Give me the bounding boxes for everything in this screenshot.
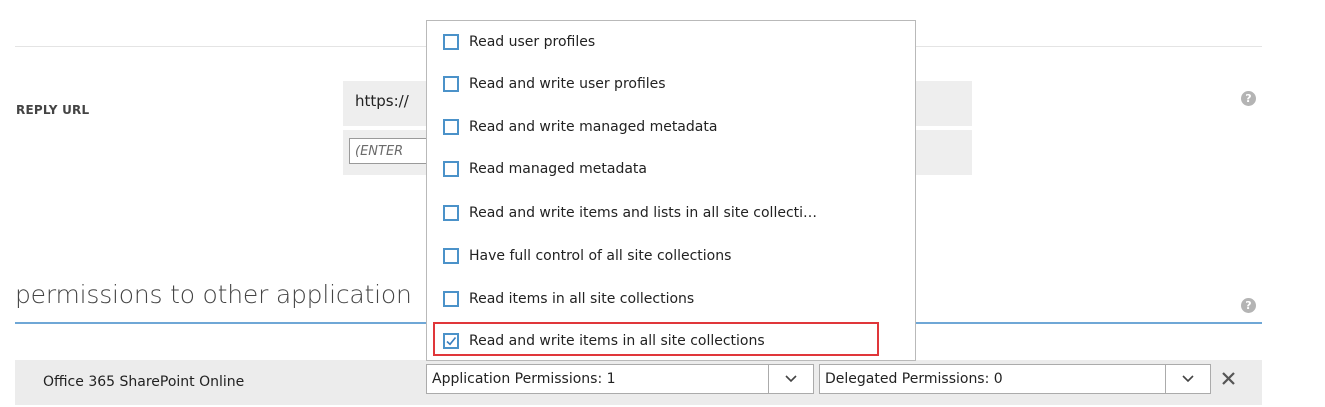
application-permissions-popup: Read user profiles Read and write user p… <box>426 20 916 361</box>
permission-option[interactable]: Read and write managed metadata <box>443 115 717 139</box>
permission-row: Office 365 SharePoint Online Application… <box>15 360 1262 405</box>
permission-option-label: Read and write user profiles <box>469 76 666 92</box>
permission-option-label: Read managed metadata <box>469 161 647 177</box>
permission-option-label: Read and write items in all site collect… <box>469 333 765 349</box>
checkbox[interactable] <box>443 76 459 92</box>
permission-option[interactable]: Read user profiles <box>443 30 595 54</box>
permission-option[interactable]: Read and write user profiles <box>443 72 666 96</box>
chevron-down-icon[interactable] <box>1165 365 1210 393</box>
permission-option-label: Read items in all site collections <box>469 291 695 307</box>
help-question-icon[interactable]: ? <box>1241 91 1256 106</box>
checkbox[interactable] <box>443 248 459 264</box>
checkbox[interactable] <box>443 291 459 307</box>
delegated-permissions-value: Delegated Permissions: 0 <box>825 371 1003 387</box>
close-icon[interactable] <box>1222 368 1235 388</box>
checkbox[interactable] <box>443 34 459 50</box>
permission-option-label: Have full control of all site collection… <box>469 248 732 264</box>
permission-option-label: Read and write items and lists in all si… <box>469 205 818 221</box>
checkbox[interactable] <box>443 161 459 177</box>
application-permissions-value: Application Permissions: 1 <box>432 371 616 387</box>
checkbox[interactable] <box>443 119 459 135</box>
delegated-permissions-dropdown[interactable]: Delegated Permissions: 0 <box>819 364 1211 394</box>
permission-option-label: Read and write managed metadata <box>469 119 718 135</box>
chevron-down-icon[interactable] <box>768 365 813 393</box>
permission-option-selected[interactable]: Read and write items in all site collect… <box>443 329 765 353</box>
permissions-section-title: permissions to other application <box>15 280 412 309</box>
application-permissions-dropdown[interactable]: Application Permissions: 1 <box>426 364 814 394</box>
permission-option[interactable]: Have full control of all site collection… <box>443 244 731 268</box>
reply-url-label: REPLY URL <box>16 103 90 117</box>
checkbox-checked[interactable] <box>443 333 459 349</box>
permission-option[interactable]: Read and write items and lists in all si… <box>443 201 817 225</box>
reply-url-value[interactable]: https:// <box>355 92 409 110</box>
checkbox[interactable] <box>443 205 459 221</box>
checkmark-icon <box>446 336 457 346</box>
permission-option[interactable]: Read items in all site collections <box>443 287 694 311</box>
permission-option-label: Read user profiles <box>469 34 596 50</box>
help-question-icon[interactable]: ? <box>1241 298 1256 313</box>
application-name: Office 365 SharePoint Online <box>43 374 245 390</box>
permission-option[interactable]: Read managed metadata <box>443 157 647 181</box>
